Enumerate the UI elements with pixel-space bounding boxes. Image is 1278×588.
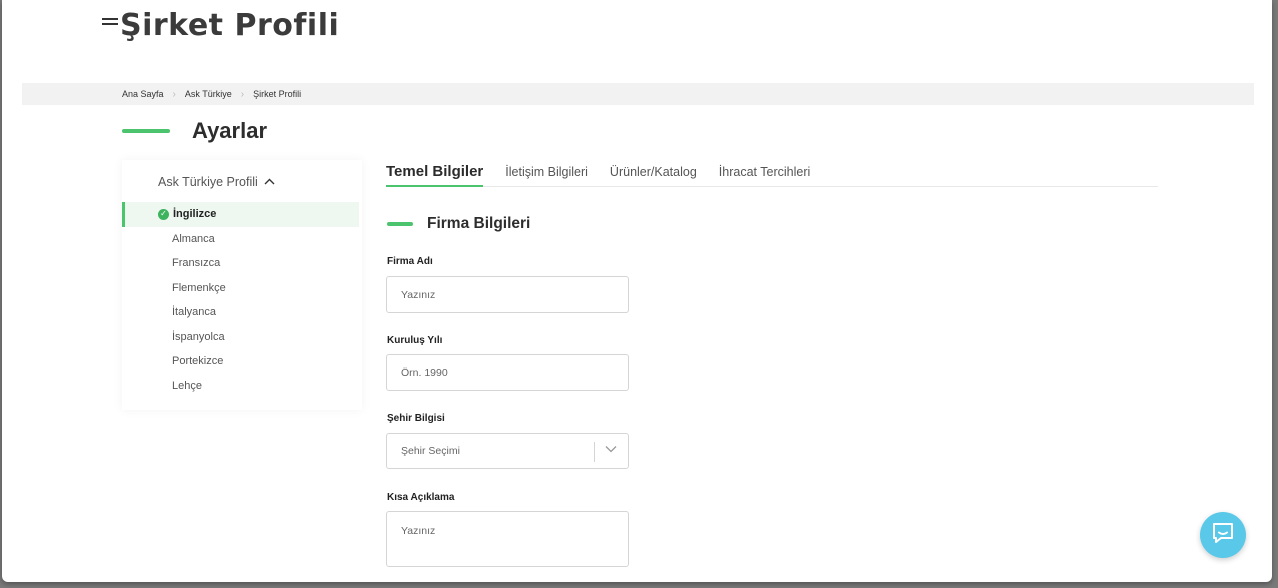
tab-urunler-katalog[interactable]: Ürünler/Katalog [610, 160, 697, 187]
sidebar-item-ispanyolca[interactable]: İspanyolca [122, 325, 359, 350]
breadcrumb-current: Şirket Profili [253, 89, 302, 99]
hamburger-menu-icon[interactable] [102, 18, 118, 28]
chat-message-icon [1211, 522, 1235, 549]
settings-heading: Ayarlar [122, 118, 267, 144]
sidebar-item-italyanca[interactable]: İtalyanca [122, 300, 359, 325]
sidebar-profile-toggle[interactable]: Ask Türkiye Profili [158, 175, 275, 189]
sidebar-item-ingilizce[interactable]: ✓ İngilizce [122, 202, 359, 227]
breadcrumb-ask-turkiye[interactable]: Ask Türkiye [185, 89, 232, 99]
settings-title: Ayarlar [192, 118, 268, 143]
breadcrumb: Ana Sayfa › Ask Türkiye › Şirket Profili [22, 83, 1254, 105]
sidebar-item-fransizca[interactable]: Fransızca [122, 251, 359, 276]
founded-year-placeholder: Örn. 1990 [401, 366, 448, 379]
app-window: Şirket Profili Ana Sayfa › Ask Türkiye ›… [2, 0, 1272, 582]
page-header: Şirket Profili [102, 4, 339, 52]
company-name-placeholder: Yazınız [401, 288, 436, 301]
profile-tabs: Temel Bilgiler İletişim Bilgileri Ürünle… [386, 160, 1158, 187]
sidebar-item-portekizce[interactable]: Portekizce [122, 349, 359, 374]
select-divider [594, 442, 595, 462]
company-name-label: Firma Adı [387, 256, 433, 267]
sidebar-item-label: Almanca [172, 232, 215, 245]
sidebar-item-label: İngilizce [173, 208, 217, 221]
description-textarea[interactable]: Yazınız [386, 511, 629, 567]
heading-accent-bar [387, 222, 413, 226]
city-placeholder: Şehir Seçimi [401, 445, 460, 457]
sidebar-item-label: Flemenkçe [172, 281, 226, 294]
chevron-right-icon: › [240, 88, 245, 100]
sidebar-item-lehce[interactable]: Lehçe [122, 374, 359, 399]
tab-iletisim-bilgileri[interactable]: İletişim Bilgileri [505, 160, 588, 187]
sidebar-item-label: İtalyanca [172, 306, 217, 319]
founded-year-label: Kuruluş Yılı [387, 335, 443, 346]
sidebar-item-label: Portekizce [172, 355, 224, 368]
tab-ihracat-tercihleri[interactable]: İhracat Tercihleri [719, 160, 810, 187]
sidebar-item-label: Fransızca [172, 257, 221, 270]
page-title: Şirket Profili [120, 8, 340, 43]
chevron-right-icon: › [172, 88, 176, 100]
breadcrumb-home[interactable]: Ana Sayfa [122, 89, 164, 99]
sidebar-item-label: Lehçe [172, 379, 202, 392]
description-placeholder: Yazınız [401, 525, 436, 537]
sidebar-header-label: Ask Türkiye Profili [158, 175, 258, 189]
company-info-heading: Firma Bilgileri [387, 215, 530, 233]
sidebar-item-almanca[interactable]: Almanca [122, 227, 359, 252]
tab-temel-bilgiler[interactable]: Temel Bilgiler [386, 160, 484, 187]
description-label: Kısa Açıklama [387, 492, 455, 503]
company-info-title: Firma Bilgileri [427, 215, 531, 232]
company-name-input[interactable]: Yazınız [386, 276, 629, 313]
city-label: Şehir Bilgisi [387, 413, 445, 424]
sidebar-item-flemenkce[interactable]: Flemenkçe [122, 276, 359, 301]
heading-accent-bar [122, 129, 170, 133]
chevron-down-icon[interactable] [605, 444, 617, 456]
founded-year-input[interactable]: Örn. 1990 [386, 354, 629, 391]
sidebar-item-label: İspanyolca [172, 330, 225, 343]
chevron-up-icon [264, 177, 275, 188]
language-list: ✓ İngilizce Almanca Fransızca Flemenkçe … [122, 202, 359, 398]
check-circle-icon: ✓ [158, 208, 169, 220]
chat-button[interactable] [1200, 512, 1246, 558]
profile-sidebar: Ask Türkiye Profili ✓ İngilizce Almanca … [122, 160, 362, 410]
city-select[interactable]: Şehir Seçimi [386, 433, 629, 469]
